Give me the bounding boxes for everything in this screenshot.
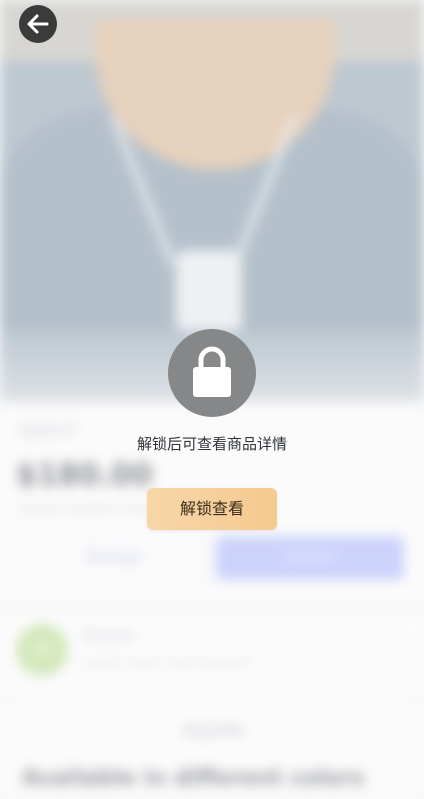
lock-badge: [168, 329, 256, 417]
unlock-button[interactable]: 解锁查看: [147, 488, 277, 530]
necklace-pendant: [176, 250, 242, 340]
seller-meta: Jewelry store chain pendant: [82, 656, 250, 670]
seller-card: VR Vincent Jewelry store chain pendant ›: [0, 612, 424, 696]
details-headline: Available in different colors: [22, 766, 365, 791]
lock-icon: [193, 346, 231, 397]
lock-caption: 解锁后可查看商品详情: [136, 435, 287, 453]
message-button: Message: [18, 536, 210, 580]
details-card: 商品详情 Available in different colors: [0, 704, 424, 799]
product-price: $180.00: [16, 458, 153, 493]
avatar: VR: [16, 624, 68, 676]
tab-details: 商品详情: [181, 722, 242, 740]
contact-button: Contact: [216, 536, 404, 580]
seller-name: Vincent: [82, 628, 135, 644]
arrow-left-icon: [27, 14, 49, 34]
chevron-right-icon: ›: [388, 628, 395, 647]
back-button[interactable]: [19, 5, 57, 43]
product-locked-screen: JEWELRY $180.00 Jewelry pendant necklace…: [0, 0, 424, 799]
